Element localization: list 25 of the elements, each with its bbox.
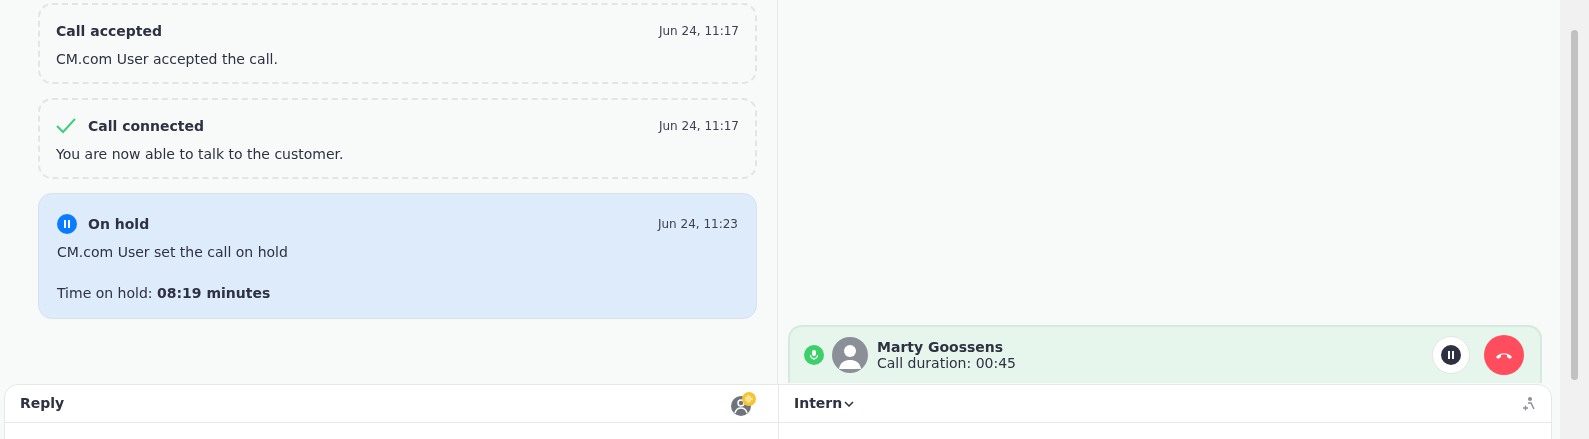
- call-duration: Call duration: 00:45: [877, 355, 1016, 371]
- event-text: Time on hold: 08:19 minutes: [57, 284, 272, 303]
- reply-label: Reply: [20, 394, 65, 413]
- event-text: You are now able to talk to the customer.: [56, 145, 345, 164]
- pause-icon: [57, 214, 77, 234]
- check-icon: [56, 118, 76, 134]
- event-text: CM.com User set the call on hold: [57, 243, 289, 262]
- caller-name: Marty Goossens: [877, 339, 1005, 355]
- agent-status-icon[interactable]: [730, 391, 756, 416]
- event-title: Call connected: [88, 116, 205, 136]
- pause-icon: [1441, 345, 1461, 365]
- event-time: Jun 24, 11:17: [658, 118, 739, 135]
- add-person-icon[interactable]: [1522, 395, 1536, 412]
- event-time: Jun 24, 11:17: [658, 23, 739, 40]
- chevron-down-icon: [844, 400, 855, 407]
- event-time: Jun 24, 11:23: [657, 216, 738, 233]
- scrollbar-thumb[interactable]: [1571, 30, 1578, 380]
- pause-button[interactable]: [1432, 336, 1470, 374]
- event-title: On hold: [88, 214, 150, 234]
- hang-up-button[interactable]: [1484, 335, 1524, 375]
- intern-dropdown[interactable]: Intern: [794, 393, 855, 414]
- event-title: Call accepted: [56, 21, 162, 41]
- avatar-icon: [832, 337, 868, 373]
- event-text: CM.com User accepted the call.: [56, 50, 279, 69]
- microphone-icon[interactable]: [804, 345, 824, 365]
